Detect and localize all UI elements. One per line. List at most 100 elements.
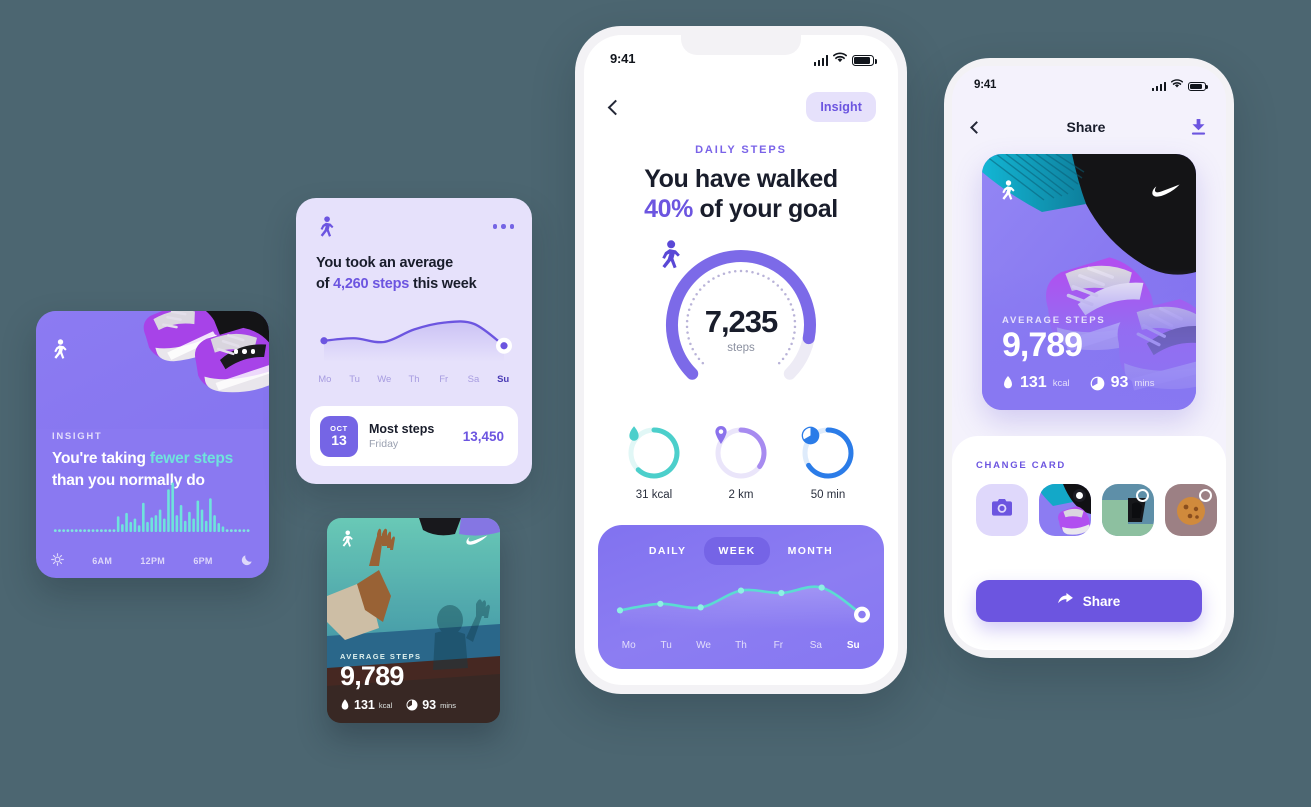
headline-line2: of your goal [693, 195, 839, 223]
share-card-kcal-stat: 131 kcal [1002, 374, 1070, 392]
clock-icon [801, 426, 855, 480]
walking-person-icon [316, 216, 335, 243]
camera-icon [992, 499, 1012, 521]
main-screen: 9:41 Insight DAILY STEPS You have walked… [584, 35, 898, 685]
flame-icon [627, 426, 681, 480]
screenshot-stage: INSIGHT You're taking fewer steps than yo… [0, 0, 1311, 807]
share-button[interactable]: Share [976, 580, 1202, 622]
change-card-sheet: CHANGE CARD Share [952, 436, 1226, 650]
day-label-fr: Fr [773, 640, 784, 651]
metric-time[interactable]: 50 min [801, 426, 855, 501]
weekly-title-of: of [316, 275, 334, 292]
more-dots-icon[interactable] [492, 224, 514, 229]
tab-month[interactable]: MONTH [774, 537, 848, 565]
photo-card-kcal-unit: kcal [378, 700, 393, 710]
weekly-title-lead: You took an average [316, 255, 453, 271]
photo-card-value: 9,789 [340, 660, 404, 691]
day-label-we: We [696, 640, 711, 651]
day-label-mo: Mo [318, 374, 332, 386]
nav-row: Insight [584, 88, 898, 126]
most-steps-value: 13,450 [462, 428, 504, 444]
daily-activity-bar-chart [51, 474, 254, 544]
clock-icon [406, 699, 418, 711]
headline-percent: 40% [644, 195, 694, 223]
thumbnail-radio[interactable] [1199, 489, 1212, 502]
battery-icon [852, 55, 877, 66]
notch [1037, 66, 1141, 83]
thumbnail-camera[interactable] [976, 484, 1028, 536]
cellular-bars-icon [1151, 82, 1166, 91]
day-label-tu: Tu [660, 640, 672, 651]
axis-label-6am: 6AM [92, 555, 113, 566]
weekly-card-title: You took an average of 4,260 steps this w… [296, 243, 532, 294]
wifi-icon [832, 51, 848, 66]
thumbnail-list [952, 471, 1226, 536]
week-chart-day-labels: Mo Tu We Th Fr Sa Su [598, 640, 884, 651]
tab-week[interactable]: WEEK [704, 537, 770, 565]
notch [681, 35, 801, 55]
insight-button[interactable]: Insight [806, 92, 876, 122]
photo-card-mins-unit: mins [440, 700, 456, 710]
share-screen: 9:41 Share AVERAGE STEPS 9,789 131 kcal … [952, 66, 1226, 650]
most-steps-row[interactable]: OCT 13 Most steps Friday 13,450 [310, 406, 518, 466]
photo-card-kcal-value: 131 [354, 698, 375, 712]
wifi-icon [1170, 79, 1184, 91]
flame-icon [341, 698, 349, 710]
thumbnail-sneakers[interactable] [1039, 484, 1091, 536]
share-arrow-icon [1057, 593, 1073, 609]
status-time: 9:41 [974, 79, 997, 91]
share-preview-card[interactable]: AVERAGE STEPS 9,789 131 kcal 93 mins [982, 154, 1196, 410]
day-label-sa: Sa [467, 374, 480, 386]
phone-main-steps-screen: 9:41 Insight DAILY STEPS You have walked… [575, 26, 907, 694]
flame-icon [1004, 375, 1012, 388]
period-tabs: DAILY WEEK MONTH [598, 525, 884, 565]
metrics-row: 31 kcal 2 km 50 min [584, 426, 898, 501]
pin-icon [714, 426, 768, 480]
metric-distance[interactable]: 2 km [714, 426, 768, 501]
thumbnail-cookie[interactable] [1165, 484, 1217, 536]
status-time: 9:41 [610, 51, 636, 66]
week-steps-line-chart: Mo Tu We Th Fr Sa Su [598, 567, 884, 659]
thumbnail-radio[interactable] [1136, 489, 1149, 502]
insight-title-accent: fewer steps [149, 450, 234, 467]
day-label-su: Su [846, 640, 860, 651]
back-chevron-icon[interactable] [607, 99, 624, 115]
cellular-bars-icon [813, 55, 828, 66]
change-card-eyebrow: CHANGE CARD [976, 460, 1066, 471]
weekly-title-rest: this week [409, 275, 477, 292]
day-label-th: Th [735, 640, 747, 651]
weekly-line-chart [310, 306, 518, 372]
thumbnail-radio-selected[interactable] [1073, 489, 1086, 502]
more-dots-icon[interactable] [233, 349, 255, 354]
gauge-value: 7,235 [704, 304, 779, 339]
weekly-title-accent: 4,260 steps [333, 275, 410, 292]
share-nav: Share [952, 110, 1226, 144]
insight-card[interactable]: INSIGHT You're taking fewer steps than yo… [36, 311, 269, 578]
day-label-we: We [377, 374, 392, 386]
share-photo-card[interactable]: AVERAGE STEPS 9,789 131 kcal 93 mins [327, 518, 500, 723]
headline-line1: You have walked [644, 165, 838, 193]
walking-person-icon [50, 339, 68, 365]
metric-kcal[interactable]: 31 kcal [627, 426, 681, 501]
metric-time-label: 50 min [810, 489, 846, 501]
insight-title-lead: You're taking [52, 450, 150, 467]
share-card-mins-stat: 93 mins [1090, 374, 1154, 392]
insight-chart-axis: 6AM 12PM 6PM [51, 553, 254, 568]
moon-icon [241, 553, 254, 568]
weekly-chart-day-labels: Mo Tu We Th Fr Sa Su [296, 372, 532, 385]
insight-eyebrow: INSIGHT [52, 431, 103, 442]
daily-steps-eyebrow: DAILY STEPS [695, 144, 787, 156]
back-chevron-icon[interactable] [970, 120, 983, 134]
nike-swoosh-icon [1152, 184, 1180, 202]
sun-icon [51, 553, 64, 568]
share-card-eyebrow: AVERAGE STEPS [1002, 315, 1106, 327]
date-chip-day: 13 [331, 431, 347, 448]
download-icon[interactable] [1191, 119, 1206, 135]
tab-daily[interactable]: DAILY [635, 537, 701, 565]
day-label-fr: Fr [439, 374, 449, 386]
share-title: Share [1066, 119, 1106, 135]
thumbnail-green-wall[interactable] [1102, 484, 1154, 536]
weekly-average-card[interactable]: You took an average of 4,260 steps this w… [296, 198, 532, 484]
share-card-kcal-value: 131 [1020, 374, 1047, 391]
axis-label-6pm: 6PM [193, 555, 213, 566]
